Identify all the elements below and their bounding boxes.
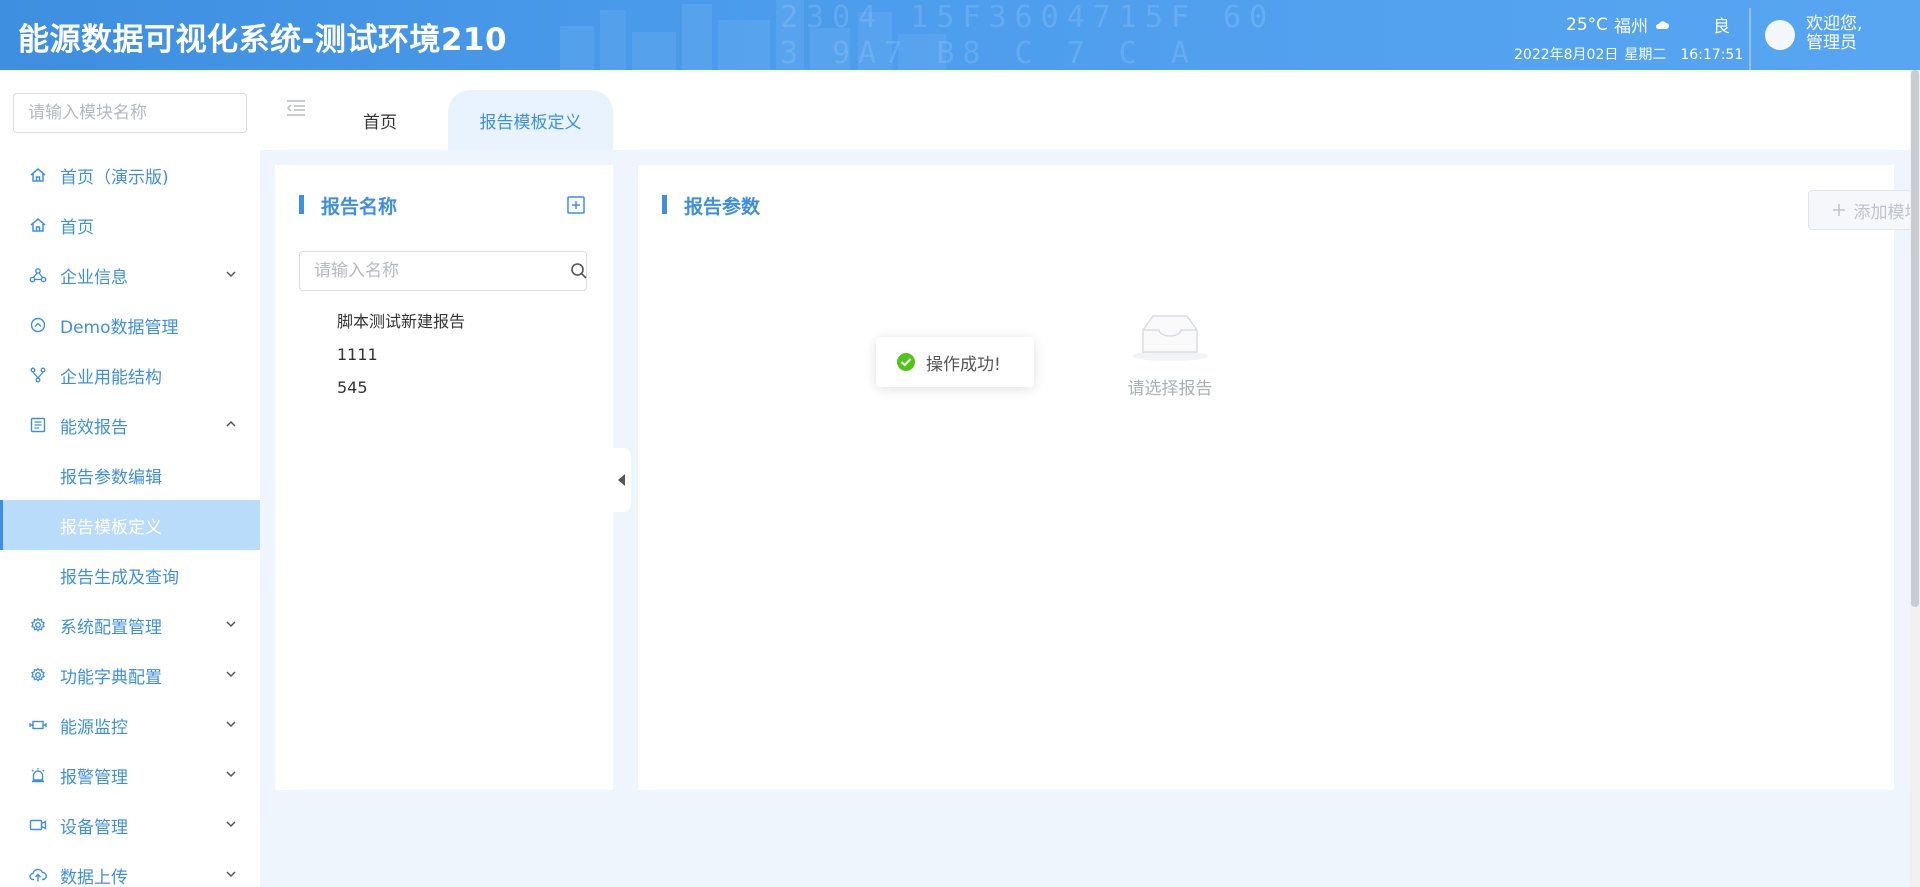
sidebar-item-label: 企业信息 (60, 267, 128, 288)
username: 管理员 (1806, 33, 1857, 53)
sidebar-item-label: 系统配置管理 (60, 617, 162, 638)
sidebar-subitem-report-template[interactable]: 报告模板定义 (0, 500, 260, 550)
cloud-icon (1655, 20, 1670, 29)
check-circle-icon (897, 353, 915, 371)
sidebar-item-label: 功能字典配置 (60, 667, 162, 688)
panel-collapse-handle[interactable] (613, 448, 631, 512)
clock: 16:17:51 (1680, 47, 1744, 63)
home-icon (30, 168, 46, 182)
report-params-title: 报告参数 (662, 192, 760, 219)
header-background-text: 2304 15F3604715F 60 3 9A7 B8 C 7 C A (780, 0, 1276, 70)
gear-icon (31, 617, 45, 632)
menu-fold-icon[interactable] (285, 98, 307, 118)
sidebar-item-device[interactable]: 设备管理 (0, 800, 260, 850)
sidebar-item-energy-monitor[interactable]: 能源监控 (0, 700, 260, 750)
chevron-down-icon (226, 771, 236, 778)
datetime: 2022年8月02日 星期二 16:17:51 (1514, 44, 1743, 64)
temperature: 25°C (1566, 14, 1609, 35)
sidebar-item-enterprise-info[interactable]: 企业信息 (0, 250, 260, 300)
sidebar-item-label: 能效报告 (60, 417, 128, 438)
sidebar-item-label: 设备管理 (60, 817, 128, 838)
page-scrollbar[interactable] (1910, 70, 1920, 887)
list-item[interactable]: 545 (337, 371, 465, 404)
sidebar-subitem-report-generate[interactable]: 报告生成及查询 (0, 550, 260, 600)
welcome-text: 欢迎您, (1806, 14, 1863, 34)
weekday: 星期二 (1624, 47, 1667, 63)
app-header: 2304 15F3604715F 60 3 9A7 B8 C 7 C A 能源数… (0, 0, 1920, 70)
sidebar-item-label: 首页 (60, 217, 94, 238)
add-module-button[interactable]: 添加模块 (1808, 190, 1920, 230)
sidebar-subitem-report-params[interactable]: 报告参数编辑 (0, 450, 260, 500)
scrollbar-thumb[interactable] (1911, 70, 1919, 607)
tab-home[interactable]: 首页 (328, 90, 432, 150)
sidebar-item-home[interactable]: 首页 (0, 200, 260, 250)
tab-report-template[interactable]: 报告模板定义 (448, 90, 613, 150)
avatar[interactable] (1765, 20, 1795, 50)
chevron-down-icon (226, 721, 236, 728)
chevron-down-icon (226, 671, 236, 678)
sidebar-subitem-label: 报告参数编辑 (60, 467, 162, 488)
add-square-icon[interactable] (567, 196, 585, 214)
search-icon[interactable] (570, 262, 588, 280)
toast-message: 操作成功! (926, 354, 1001, 375)
report-params-panel: 报告参数 添加模块 请选择报告 (638, 165, 1920, 790)
sidebar-item-label: 报警管理 (60, 767, 128, 788)
sidebar: 首页（演示版) 首页 企业信息 Demo数据管理 企业用能结构 能效报告 (0, 70, 260, 887)
sidebar-nav: 首页（演示版) 首页 企业信息 Demo数据管理 企业用能结构 能效报告 报告参… (0, 150, 260, 887)
sidebar-subitem-label: 报告模板定义 (60, 517, 162, 538)
city: 福州 (1614, 17, 1649, 37)
chevron-down-icon (226, 821, 236, 828)
caret-left-icon (618, 474, 625, 486)
sidebar-item-label: Demo数据管理 (60, 317, 179, 338)
list-item[interactable]: 脚本测试新建报告 (337, 305, 465, 338)
empty-inbox-icon (1132, 315, 1208, 361)
chevron-down-icon (226, 871, 236, 878)
sidebar-item-data-upload[interactable]: 数据上传 (0, 850, 260, 887)
upload-icon (29, 868, 47, 882)
report-list: 脚本测试新建报告 1111 545 (337, 305, 465, 404)
circle-chevron-icon (30, 317, 46, 333)
sidebar-item-label: 企业用能结构 (60, 367, 162, 388)
sidebar-item-system-config[interactable]: 系统配置管理 (0, 600, 260, 650)
plus-icon (1832, 204, 1845, 216)
list-item[interactable]: 1111 (337, 338, 465, 371)
report-name-search-input[interactable] (299, 251, 587, 291)
sidebar-item-label: 能源监控 (60, 717, 128, 738)
weather-info: 25°C 福州 (1566, 12, 1670, 37)
home-icon (30, 218, 46, 232)
network-icon (29, 268, 47, 283)
report-icon (30, 417, 46, 433)
date: 2022年8月02日 (1514, 47, 1619, 63)
branch-icon (30, 367, 46, 383)
module-search-input[interactable] (13, 93, 247, 133)
sidebar-item-label: 数据上传 (60, 867, 128, 887)
header-divider (1749, 8, 1751, 70)
chevron-down-icon (226, 271, 236, 278)
chevron-up-icon (226, 420, 236, 427)
sidebar-item-label: 首页（演示版) (60, 167, 169, 188)
sidebar-subitem-label: 报告生成及查询 (60, 567, 179, 588)
air-quality: 良 (1713, 17, 1730, 37)
report-name-title: 报告名称 (299, 192, 397, 219)
empty-text: 请选择报告 (1127, 379, 1213, 399)
empty-state: 请选择报告 (1110, 310, 1230, 399)
report-name-panel: 报告名称 脚本测试新建报告 1111 545 (275, 165, 613, 790)
app-title: 能源数据可视化系统-测试环境210 (18, 22, 508, 58)
sidebar-item-dictionary-config[interactable]: 功能字典配置 (0, 650, 260, 700)
chevron-down-icon (226, 621, 236, 628)
sidebar-item-efficiency-report[interactable]: 能效报告 (0, 400, 260, 450)
sidebar-item-demo-data[interactable]: Demo数据管理 (0, 300, 260, 350)
gear-icon (31, 667, 45, 682)
user-welcome[interactable]: 欢迎您, 管理员 (1806, 15, 1862, 53)
camera-icon (29, 819, 47, 831)
alarm-icon (31, 768, 45, 783)
main-content: 首页 报告模板定义 报告名称 脚本测试新建报告 1111 545 报告参数 添加… (260, 70, 1920, 887)
sidebar-item-home-demo[interactable]: 首页（演示版) (0, 150, 260, 200)
sidebar-item-alarm[interactable]: 报警管理 (0, 750, 260, 800)
success-toast: 操作成功! (876, 337, 1034, 387)
monitor-icon (29, 720, 47, 730)
tab-bar: 首页 报告模板定义 (260, 70, 1920, 150)
sidebar-item-energy-structure[interactable]: 企业用能结构 (0, 350, 260, 400)
